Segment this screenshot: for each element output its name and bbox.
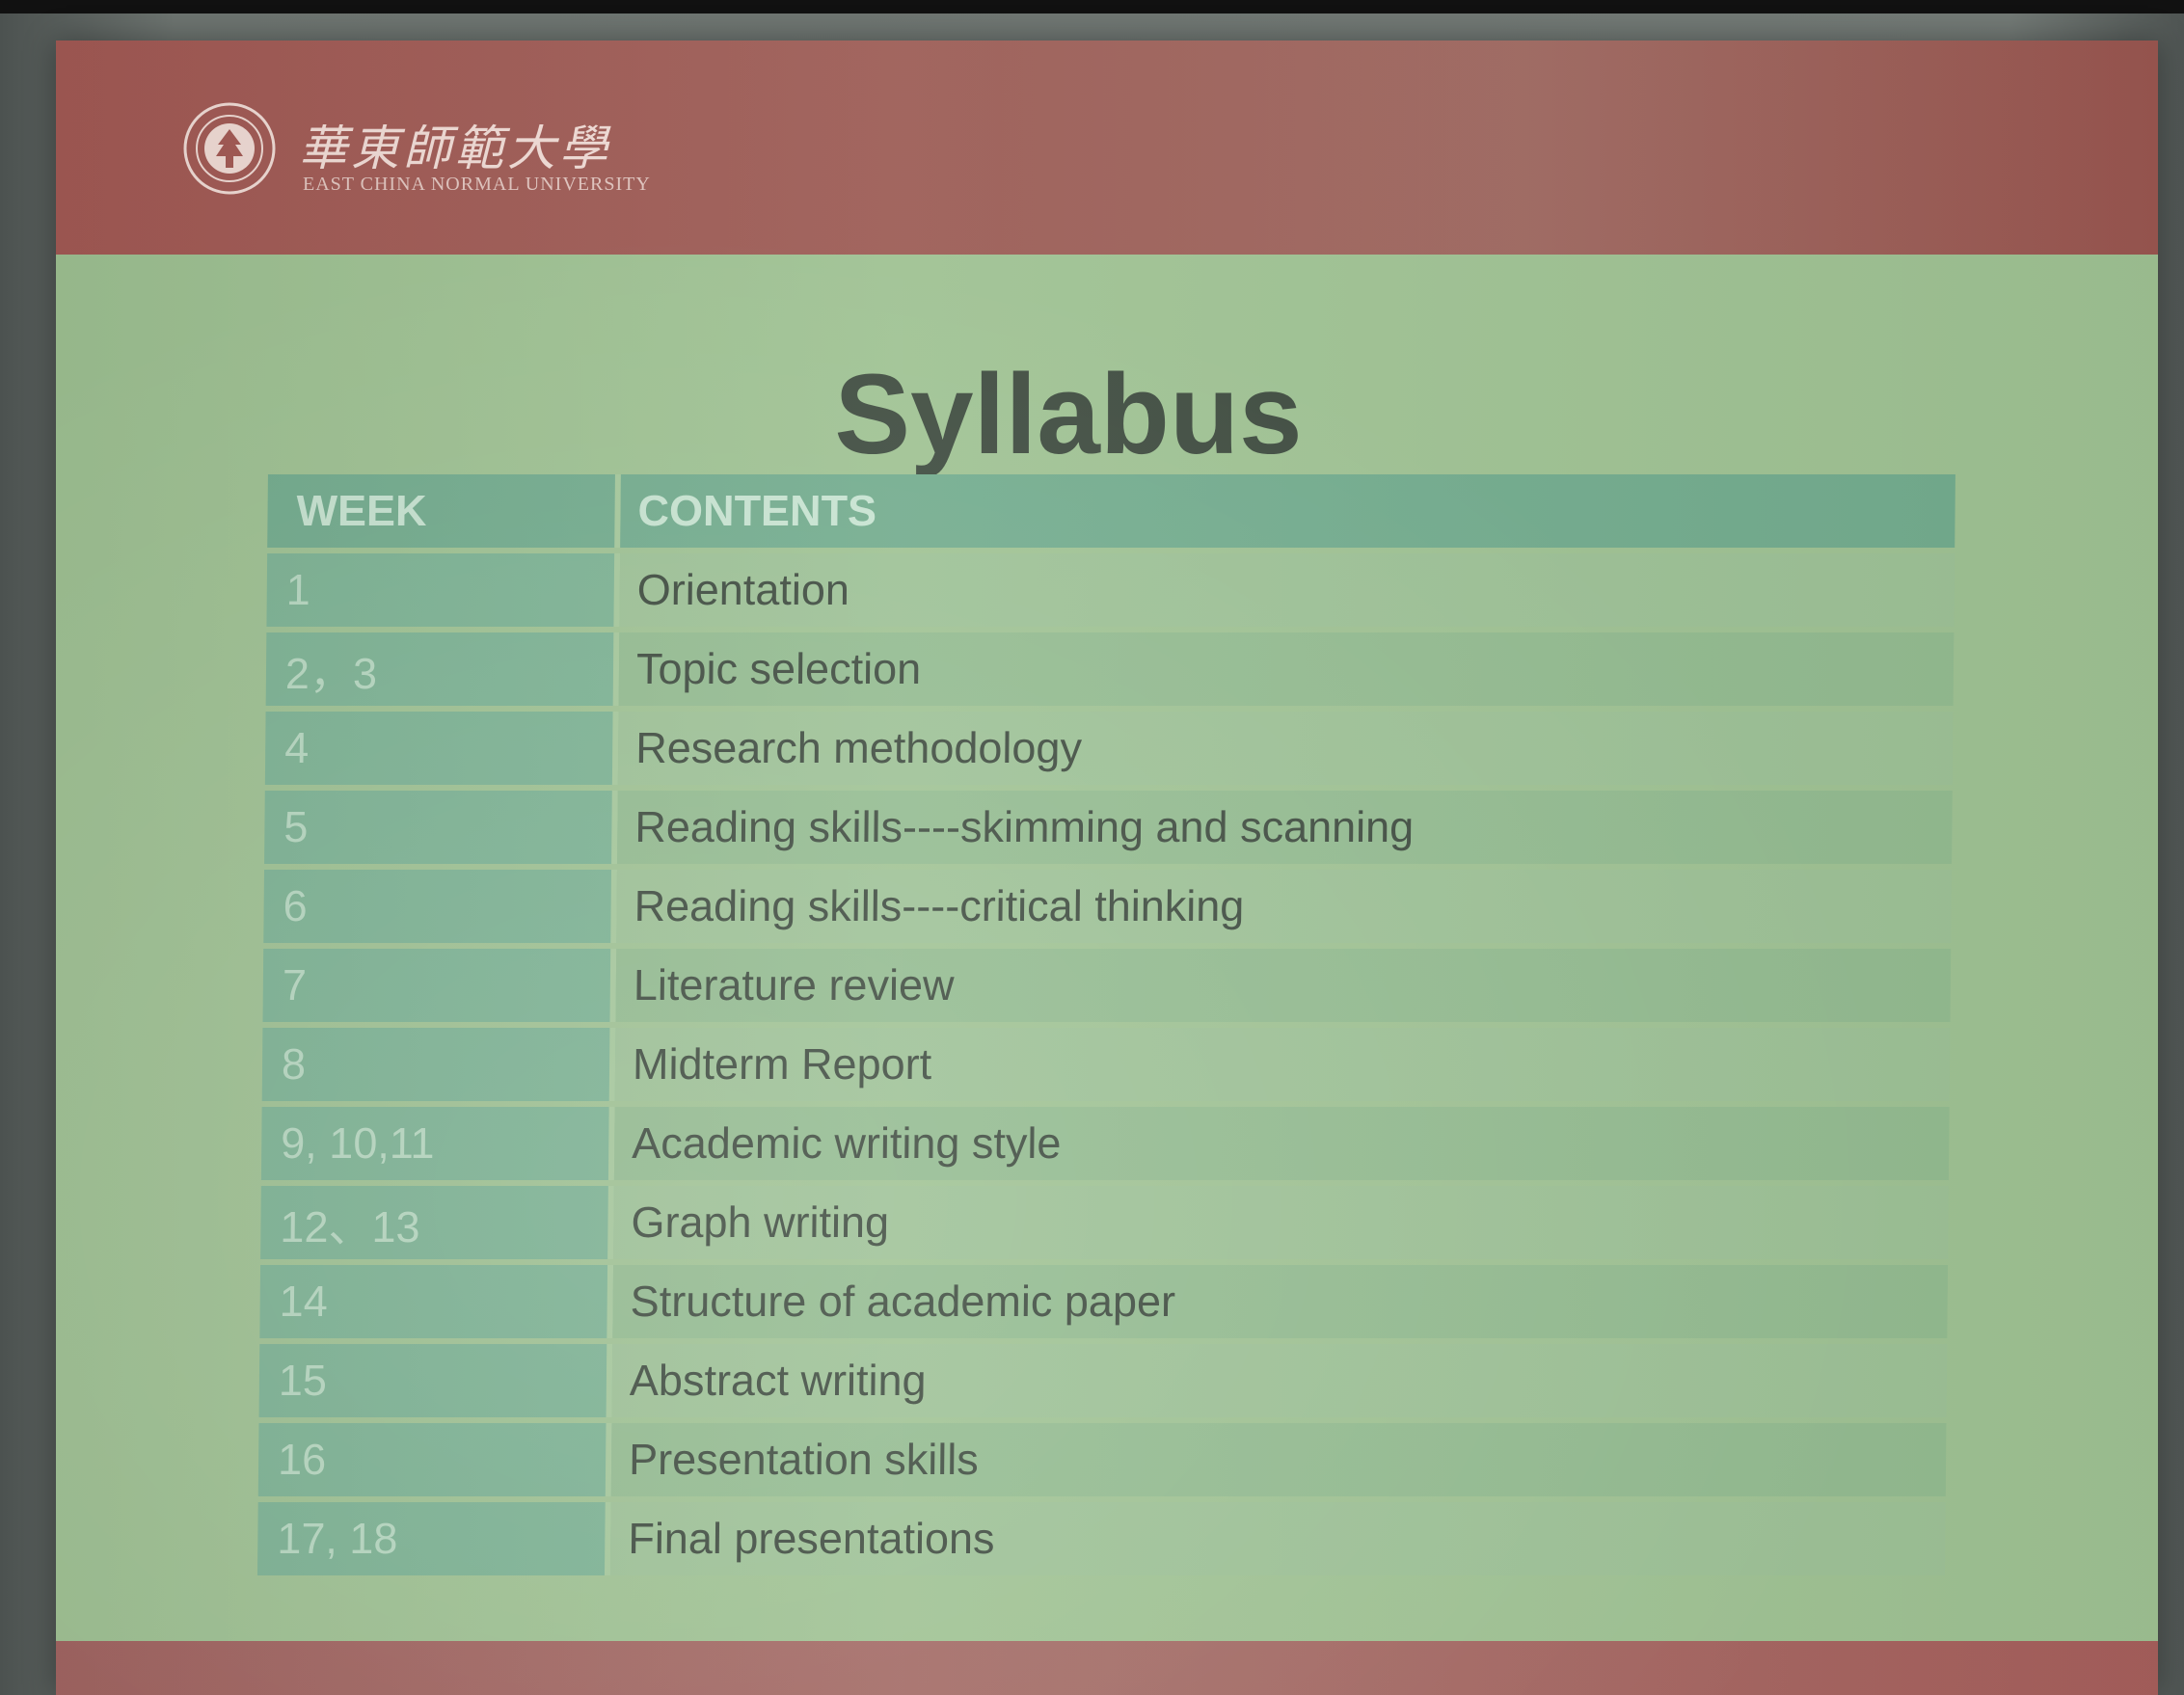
content-cell: Structure of academic paper xyxy=(612,1265,1949,1338)
slide-header-band: 華東師範大學 EAST CHINA NORMAL UNIVERSITY xyxy=(56,40,2158,255)
content-cell: Presentation skills xyxy=(610,1423,1947,1496)
table-row: 1 Orientation xyxy=(266,553,1955,627)
content-cell: Final presentations xyxy=(609,1502,1946,1575)
table-header-row: WEEK CONTENTS xyxy=(267,474,1955,548)
projected-slide: 華東師範大學 EAST CHINA NORMAL UNIVERSITY Syll… xyxy=(56,40,2158,1695)
table-row: 9, 10,11 Academic writing style xyxy=(260,1107,1950,1180)
content-cell: Reading skills----skimming and scanning xyxy=(617,791,1953,864)
week-cell: 12、13 xyxy=(260,1186,614,1259)
university-name-chinese: 華東師範大學 xyxy=(299,121,611,176)
screen-top-edge xyxy=(0,0,2184,13)
table-row: 5 Reading skills----skimming and scannin… xyxy=(264,791,1953,864)
week-cell: 1 xyxy=(266,553,621,627)
content-cell: Research methodology xyxy=(617,712,1954,785)
university-seal-icon xyxy=(183,102,276,195)
week-cell: 15 xyxy=(258,1344,613,1417)
table-row: 15 Abstract writing xyxy=(258,1344,1948,1417)
table-row: 16 Presentation skills xyxy=(257,1423,1947,1496)
table-row: 8 Midterm Report xyxy=(261,1028,1951,1101)
content-cell: Literature review xyxy=(615,949,1952,1022)
university-name-english: EAST CHINA NORMAL UNIVERSITY xyxy=(303,174,651,195)
content-cell: Reading skills----critical thinking xyxy=(616,870,1953,943)
photo-scene: 華東師範大學 EAST CHINA NORMAL UNIVERSITY Syll… xyxy=(0,0,2184,1695)
content-cell: Graph writing xyxy=(613,1186,1949,1259)
syllabus-table: WEEK CONTENTS 1 Orientation 2，3 Topic se… xyxy=(256,469,1955,1581)
table-row: 17, 18 Final presentations xyxy=(256,1502,1946,1575)
slide-title: Syllabus xyxy=(834,351,1303,478)
content-cell: Orientation xyxy=(619,553,1955,627)
week-cell: 6 xyxy=(263,870,618,943)
week-cell: 4 xyxy=(264,712,619,785)
table-row: 6 Reading skills----critical thinking xyxy=(263,870,1953,943)
week-cell: 9, 10,11 xyxy=(260,1107,615,1180)
content-cell: Midterm Report xyxy=(614,1028,1951,1101)
column-header-week: WEEK xyxy=(267,474,621,548)
table-row: 12、13 Graph writing xyxy=(260,1186,1949,1259)
table-row: 2，3 Topic selection xyxy=(265,632,1955,706)
week-cell: 5 xyxy=(264,791,618,864)
table-row: 7 Literature review xyxy=(262,949,1952,1022)
table-row: 14 Structure of academic paper xyxy=(259,1265,1949,1338)
content-cell: Topic selection xyxy=(618,632,1955,706)
table-row: 4 Research methodology xyxy=(264,712,1954,785)
week-cell: 14 xyxy=(259,1265,614,1338)
content-cell: Academic writing style xyxy=(613,1107,1950,1180)
week-cell: 2，3 xyxy=(265,632,620,706)
week-cell: 8 xyxy=(261,1028,616,1101)
slide-footer-band xyxy=(56,1641,2158,1695)
week-cell: 16 xyxy=(257,1423,612,1496)
week-cell: 7 xyxy=(262,949,617,1022)
column-header-contents: CONTENTS xyxy=(620,474,1955,548)
content-cell: Abstract writing xyxy=(611,1344,1948,1417)
week-cell: 17, 18 xyxy=(256,1502,611,1575)
